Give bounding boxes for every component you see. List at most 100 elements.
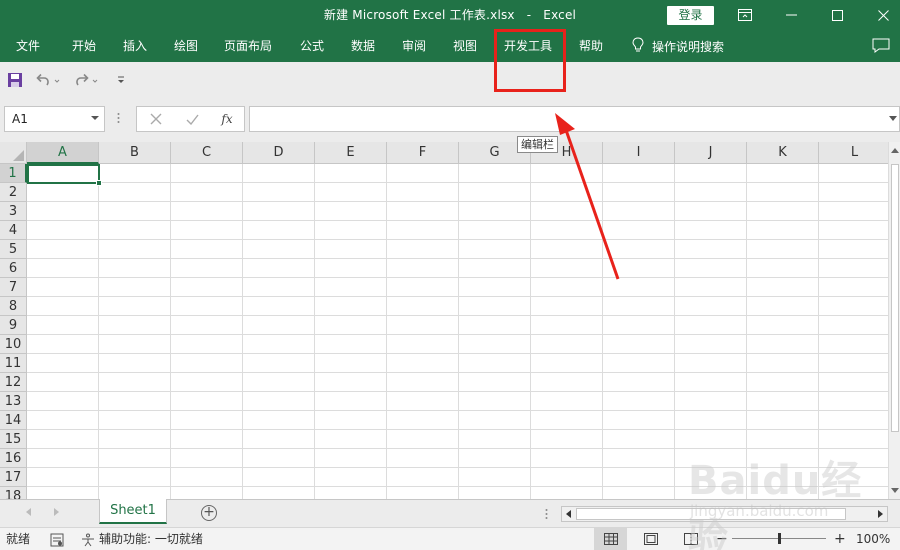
cell-i2[interactable]	[603, 183, 675, 202]
cell-g11[interactable]	[459, 354, 531, 373]
cell-f4[interactable]	[387, 221, 459, 240]
cell-h12[interactable]	[531, 373, 603, 392]
cell-b8[interactable]	[99, 297, 171, 316]
cell-k4[interactable]	[747, 221, 819, 240]
row-header-3[interactable]: 3	[0, 202, 27, 221]
row-header-18[interactable]: 18	[0, 487, 27, 499]
cell-c15[interactable]	[171, 430, 243, 449]
column-header-i[interactable]: I	[603, 142, 675, 164]
cell-a13[interactable]	[27, 392, 99, 411]
cell-d15[interactable]	[243, 430, 315, 449]
cell-h2[interactable]	[531, 183, 603, 202]
cell-f1[interactable]	[387, 164, 459, 183]
cell-j15[interactable]	[675, 430, 747, 449]
add-sheet-button[interactable]: +	[201, 505, 217, 521]
cell-d2[interactable]	[243, 183, 315, 202]
cell-l4[interactable]	[819, 221, 888, 240]
cell-l10[interactable]	[819, 335, 888, 354]
cell-d5[interactable]	[243, 240, 315, 259]
column-header-f[interactable]: F	[387, 142, 459, 164]
cell-e13[interactable]	[315, 392, 387, 411]
column-header-d[interactable]: D	[243, 142, 315, 164]
cell-j14[interactable]	[675, 411, 747, 430]
column-header-k[interactable]: K	[747, 142, 819, 164]
cell-i14[interactable]	[603, 411, 675, 430]
cell-e10[interactable]	[315, 335, 387, 354]
cell-c14[interactable]	[171, 411, 243, 430]
cell-h9[interactable]	[531, 316, 603, 335]
cell-i18[interactable]	[603, 487, 675, 499]
cell-a10[interactable]	[27, 335, 99, 354]
cell-d7[interactable]	[243, 278, 315, 297]
cell-g9[interactable]	[459, 316, 531, 335]
cell-c8[interactable]	[171, 297, 243, 316]
cell-i5[interactable]	[603, 240, 675, 259]
cell-j2[interactable]	[675, 183, 747, 202]
cell-d12[interactable]	[243, 373, 315, 392]
row-header-14[interactable]: 14	[0, 411, 27, 430]
column-header-j[interactable]: J	[675, 142, 747, 164]
cell-l15[interactable]	[819, 430, 888, 449]
cell-b12[interactable]	[99, 373, 171, 392]
cell-c16[interactable]	[171, 449, 243, 468]
cell-k2[interactable]	[747, 183, 819, 202]
cell-j7[interactable]	[675, 278, 747, 297]
vertical-scrollbar[interactable]	[888, 142, 900, 499]
page-layout-view-icon[interactable]	[634, 528, 667, 550]
cell-b9[interactable]	[99, 316, 171, 335]
cell-b16[interactable]	[99, 449, 171, 468]
cell-l14[interactable]	[819, 411, 888, 430]
cell-i15[interactable]	[603, 430, 675, 449]
tab-insert[interactable]: 插入	[123, 30, 147, 62]
cell-a6[interactable]	[27, 259, 99, 278]
cell-e15[interactable]	[315, 430, 387, 449]
cell-c12[interactable]	[171, 373, 243, 392]
cell-l12[interactable]	[819, 373, 888, 392]
tab-formulas[interactable]: 公式	[300, 30, 324, 62]
cell-k12[interactable]	[747, 373, 819, 392]
cell-i16[interactable]	[603, 449, 675, 468]
row-header-1[interactable]: 1	[0, 164, 27, 183]
cell-i13[interactable]	[603, 392, 675, 411]
accessibility-icon[interactable]	[80, 532, 96, 547]
row-header-7[interactable]: 7	[0, 278, 27, 297]
cell-h13[interactable]	[531, 392, 603, 411]
row-header-12[interactable]: 12	[0, 373, 27, 392]
tab-page-layout[interactable]: 页面布局	[224, 30, 272, 62]
cell-l6[interactable]	[819, 259, 888, 278]
cell-e9[interactable]	[315, 316, 387, 335]
cell-c9[interactable]	[171, 316, 243, 335]
cell-j5[interactable]	[675, 240, 747, 259]
cell-b17[interactable]	[99, 468, 171, 487]
drag-handle-icon[interactable]	[117, 111, 120, 125]
cell-c2[interactable]	[171, 183, 243, 202]
cell-a12[interactable]	[27, 373, 99, 392]
tab-file[interactable]: 文件	[16, 30, 40, 62]
cell-b2[interactable]	[99, 183, 171, 202]
maximize-icon[interactable]	[814, 0, 860, 30]
cell-f16[interactable]	[387, 449, 459, 468]
cell-e16[interactable]	[315, 449, 387, 468]
cell-h10[interactable]	[531, 335, 603, 354]
tab-data[interactable]: 数据	[351, 30, 375, 62]
cell-d10[interactable]	[243, 335, 315, 354]
cell-k8[interactable]	[747, 297, 819, 316]
comments-icon[interactable]	[872, 38, 894, 54]
macro-record-icon[interactable]	[50, 532, 64, 547]
cell-j1[interactable]	[675, 164, 747, 183]
cell-g2[interactable]	[459, 183, 531, 202]
cell-h11[interactable]	[531, 354, 603, 373]
cell-j11[interactable]	[675, 354, 747, 373]
cell-e14[interactable]	[315, 411, 387, 430]
next-sheet-icon[interactable]	[54, 508, 59, 516]
login-button[interactable]: 登录	[667, 6, 714, 25]
cell-g10[interactable]	[459, 335, 531, 354]
cell-c10[interactable]	[171, 335, 243, 354]
cell-k9[interactable]	[747, 316, 819, 335]
cell-d14[interactable]	[243, 411, 315, 430]
row-header-13[interactable]: 13	[0, 392, 27, 411]
scroll-up-icon[interactable]	[891, 148, 899, 153]
column-header-l[interactable]: L	[819, 142, 888, 164]
cell-b11[interactable]	[99, 354, 171, 373]
cell-g5[interactable]	[459, 240, 531, 259]
